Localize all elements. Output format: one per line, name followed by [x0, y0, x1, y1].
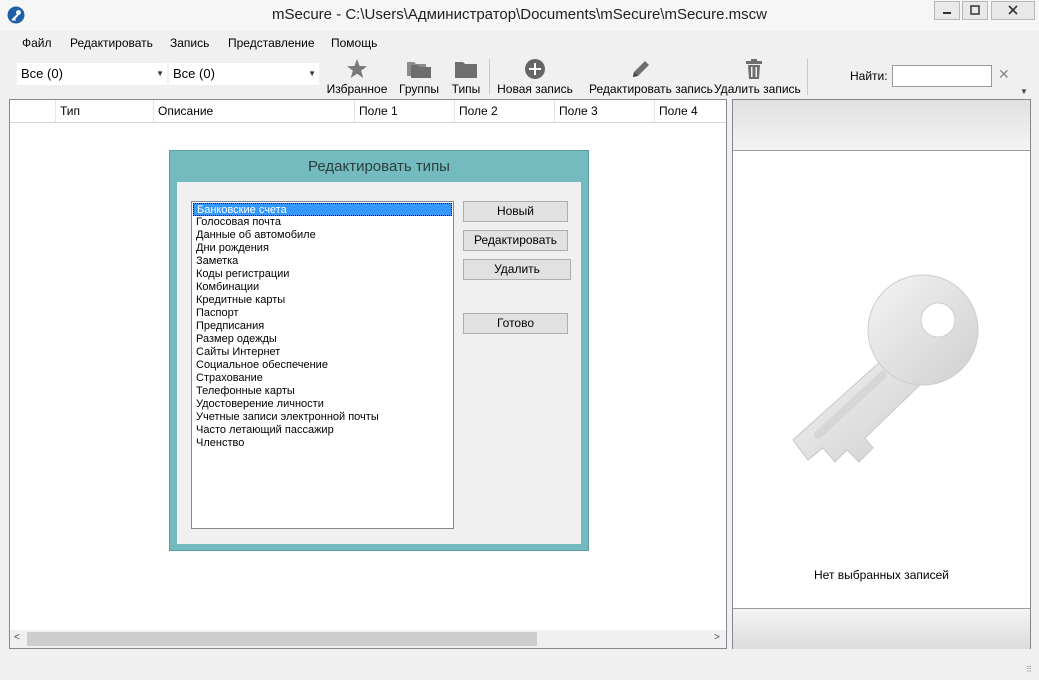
type-list-item[interactable]: Кредитные карты: [193, 294, 452, 307]
type-list-item[interactable]: Телефонные карты: [193, 385, 452, 398]
type-list-item[interactable]: Удостоверение личности: [193, 398, 452, 411]
menu-help[interactable]: Помощь: [331, 36, 377, 50]
folder-icon: [451, 58, 481, 80]
type-list-item[interactable]: Голосовая почта: [193, 216, 452, 229]
record-preview-panel: Нет выбранных записей: [732, 99, 1031, 649]
menu-record[interactable]: Запись: [170, 36, 209, 50]
list-column-header: Тип Описание Поле 1 Поле 2 Поле 3 Поле 4: [10, 100, 726, 123]
menu-file[interactable]: Файл: [22, 36, 52, 50]
scrollbar-thumb[interactable]: [27, 632, 537, 646]
type-list-item[interactable]: Коды регистрации: [193, 268, 452, 281]
column-header-field4[interactable]: Поле 4: [654, 100, 726, 122]
scroll-left-icon[interactable]: <: [14, 632, 20, 643]
scroll-right-icon[interactable]: >: [714, 632, 720, 643]
type-list-item[interactable]: Заметка: [193, 255, 452, 268]
groups-label: Группы: [399, 82, 439, 96]
favorites-label: Избранное: [326, 82, 388, 96]
toolbar: Все (0) ▼ Все (0) ▼ Избранное Группы Тип…: [9, 55, 1031, 98]
key-icon: [773, 270, 993, 500]
type-list-item[interactable]: Страхование: [193, 372, 452, 385]
minimize-button[interactable]: [934, 1, 960, 20]
type-list-item[interactable]: Часто летающий пассажир: [193, 424, 452, 437]
close-button[interactable]: [991, 1, 1035, 20]
delete-record-button[interactable]: Удалить запись: [714, 58, 801, 96]
delete-type-button[interactable]: Удалить: [463, 259, 571, 280]
type-list-item[interactable]: Паспорт: [193, 307, 452, 320]
category-filter-value: Все (0): [21, 66, 63, 81]
done-button[interactable]: Готово: [463, 313, 568, 334]
type-list-item[interactable]: Размер одежды: [193, 333, 452, 346]
edit-type-button[interactable]: Редактировать: [463, 230, 568, 251]
preview-header: [733, 100, 1030, 151]
type-filter-value: Все (0): [173, 66, 215, 81]
toolbar-separator: [807, 59, 808, 95]
column-header-description[interactable]: Описание: [153, 100, 354, 122]
type-list-item[interactable]: Предписания: [193, 320, 452, 333]
edit-record-label: Редактировать запись: [589, 82, 713, 96]
column-header-type[interactable]: Тип: [55, 100, 153, 122]
edit-types-dialog: Редактировать типы Банковские счета Голос…: [169, 150, 589, 551]
type-filter-dropdown[interactable]: Все (0) ▼: [169, 63, 319, 85]
types-listbox[interactable]: Банковские счета Голосовая почта Данные об…: [191, 201, 454, 529]
new-record-button[interactable]: Новая запись: [497, 58, 573, 96]
category-filter-dropdown[interactable]: Все (0) ▼: [17, 63, 167, 85]
type-list-item[interactable]: Комбинации: [193, 281, 452, 294]
delete-record-label: Удалить запись: [714, 82, 801, 96]
find-label: Найти:: [850, 69, 888, 83]
types-label: Типы: [451, 82, 481, 96]
type-list-item[interactable]: Данные об автомобиле: [193, 229, 452, 242]
type-list-item[interactable]: Дни рождения: [193, 242, 452, 255]
new-type-button[interactable]: Новый: [463, 201, 568, 222]
types-button[interactable]: Типы: [451, 58, 481, 96]
trash-icon: [724, 58, 784, 80]
resize-grip-icon[interactable]: ⠿: [1026, 665, 1032, 674]
clear-search-icon[interactable]: ✕: [998, 66, 1010, 83]
preview-footer: [733, 608, 1030, 649]
dropdown-arrow-icon: ▼: [156, 69, 164, 78]
horizontal-scrollbar[interactable]: < >: [10, 630, 726, 648]
minimize-icon: [942, 4, 952, 18]
type-list-item[interactable]: Учетные записи электронной почты: [193, 411, 452, 424]
folders-icon: [401, 58, 437, 80]
new-record-label: Новая запись: [497, 82, 573, 96]
edit-record-button[interactable]: Редактировать запись: [589, 58, 713, 96]
maximize-button[interactable]: [962, 1, 988, 20]
type-list-item[interactable]: Банковские счета: [193, 203, 452, 216]
menu-edit[interactable]: Редактировать: [70, 36, 153, 50]
toolbar-separator: [489, 59, 490, 95]
column-header-icon[interactable]: [10, 100, 55, 122]
app-window: mSecure - C:\Users\Администратор\Documen…: [0, 0, 1039, 680]
column-header-field2[interactable]: Поле 2: [454, 100, 554, 122]
menu-bar: Файл Редактировать Запись Представление …: [0, 31, 1039, 55]
maximize-icon: [970, 4, 980, 18]
type-list-item[interactable]: Социальное обеспечение: [193, 359, 452, 372]
type-list-item[interactable]: Сайты Интернет: [193, 346, 452, 359]
dropdown-arrow-icon: ▼: [308, 69, 316, 78]
title-bar: mSecure - C:\Users\Администратор\Documen…: [0, 0, 1039, 31]
type-list-item[interactable]: Членство: [193, 437, 452, 450]
star-icon: [334, 58, 380, 80]
dialog-body: Банковские счета Голосовая почта Данные об…: [177, 182, 581, 544]
column-header-field1[interactable]: Поле 1: [354, 100, 454, 122]
window-title: mSecure - C:\Users\Администратор\Documen…: [272, 6, 767, 23]
find-input[interactable]: [892, 65, 992, 87]
column-header-field3[interactable]: Поле 3: [554, 100, 654, 122]
plus-circle-icon: [504, 58, 566, 80]
no-records-text: Нет выбранных записей: [814, 568, 949, 582]
menu-view[interactable]: Представление: [228, 36, 315, 50]
favorites-button[interactable]: Избранное: [327, 58, 387, 96]
toolbar-overflow-icon[interactable]: ▼: [1020, 87, 1028, 96]
status-bar: ⠿: [0, 652, 1039, 680]
groups-button[interactable]: Группы: [399, 58, 439, 96]
dialog-title: Редактировать типы: [308, 158, 450, 175]
pencil-icon: [599, 58, 683, 80]
close-icon: [1008, 4, 1018, 18]
